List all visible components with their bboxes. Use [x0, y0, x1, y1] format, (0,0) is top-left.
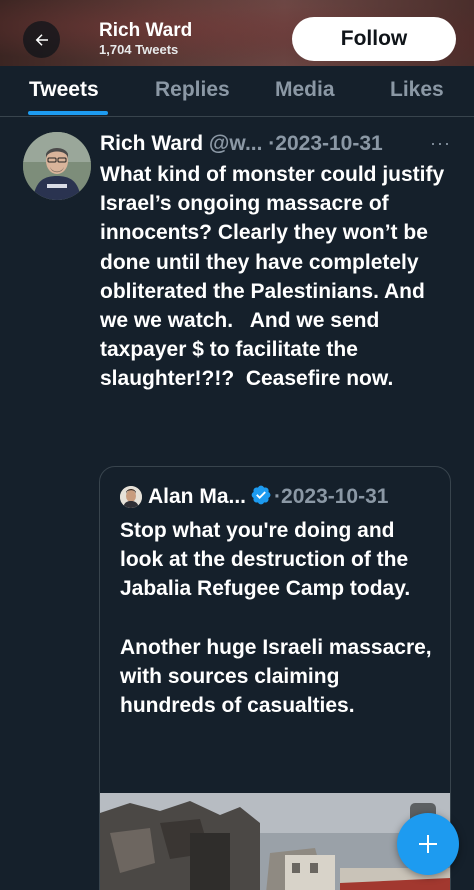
tweet-text: What kind of monster could justify Israe… [100, 163, 451, 391]
avatar[interactable] [23, 132, 91, 200]
follow-button[interactable]: Follow [292, 17, 456, 61]
back-button[interactable] [23, 21, 60, 58]
quoted-tweet-date[interactable]: 2023-10-31 [281, 485, 388, 508]
more-options-icon[interactable]: ··· [430, 133, 451, 154]
quoted-avatar-image [120, 486, 142, 508]
active-tab-indicator [28, 111, 108, 115]
back-arrow-icon [35, 33, 48, 46]
quoted-tweet-header: Alan Ma... ·2023-10-31 [148, 484, 388, 510]
separator-dot: · [274, 485, 282, 508]
user-avatar-image [23, 132, 91, 200]
tab-tweets[interactable]: Tweets [29, 76, 99, 104]
tweet-author-handle[interactable]: @w... [209, 132, 263, 155]
profile-name: Rich Ward [99, 20, 193, 41]
tab-media[interactable]: Media [275, 76, 335, 104]
quoted-tweet-card[interactable]: Alan Ma... ·2023-10-31 Stop what you're … [99, 466, 451, 890]
quoted-author-name[interactable]: Alan Ma... [148, 485, 246, 508]
profile-tabs: Tweets Replies Media Likes [0, 66, 474, 117]
quoted-tweet-text: Stop what you're doing and look at the d… [120, 519, 432, 718]
compose-tweet-button[interactable] [397, 813, 459, 875]
quoted-avatar [120, 486, 142, 508]
tweet-header: Rich Ward @w... ·2023-10-31 [100, 131, 383, 157]
tab-replies[interactable]: Replies [155, 76, 230, 104]
tweet-author-name[interactable]: Rich Ward [100, 132, 203, 155]
tweet-date[interactable]: 2023-10-31 [275, 132, 382, 155]
verified-badge-icon [251, 485, 271, 505]
tab-likes[interactable]: Likes [390, 76, 444, 104]
tweet-count: 1,704 Tweets [99, 42, 179, 57]
plus-icon [419, 835, 437, 853]
profile-header: Rich Ward 1,704 Tweets Follow [0, 0, 474, 66]
